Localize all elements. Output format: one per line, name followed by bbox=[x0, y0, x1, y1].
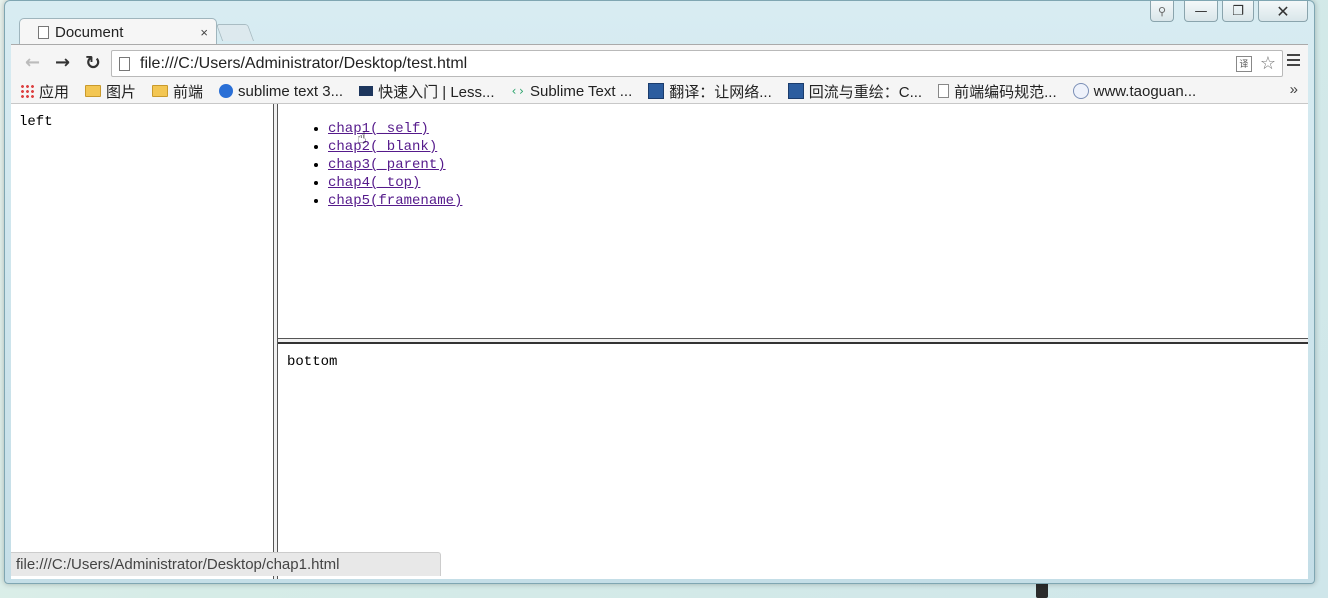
page-content: left chap1(_self) chap2(_blank) chap3(_p… bbox=[11, 104, 1308, 579]
status-bar: file:///C:/Users/Administrator/Desktop/c… bbox=[11, 552, 441, 576]
document-icon bbox=[38, 25, 49, 39]
minimize-button[interactable]: — bbox=[1184, 1, 1218, 22]
bookmark-sublime-text[interactable]: ‹› Sublime Text ... bbox=[511, 83, 633, 100]
bookmark-apps[interactable]: 应用 bbox=[20, 81, 69, 102]
maximize-button[interactable]: ❐ bbox=[1222, 1, 1254, 22]
bookmarks-bar: 应用 图片 前端 sublime text 3... 快速入门 | Less..… bbox=[11, 79, 1308, 104]
hand-cursor-icon: ☝ bbox=[357, 128, 367, 147]
translate-icon[interactable]: 译 bbox=[1235, 55, 1252, 72]
list-item: chap5(framename) bbox=[328, 192, 1308, 210]
close-window-button[interactable]: ✕ bbox=[1258, 1, 1308, 22]
toolbar: ← → ↻ file:///C:/Users/Administrator/Des… bbox=[11, 44, 1308, 80]
bookmark-label: www.taoguan... bbox=[1093, 82, 1197, 100]
reload-button[interactable]: ↻ bbox=[85, 52, 101, 74]
bookmark-label: 快速入门 | Less... bbox=[378, 83, 495, 101]
code-icon: ‹› bbox=[510, 84, 525, 98]
bookmark-reflow[interactable]: 回流与重绘：C... bbox=[787, 81, 923, 102]
bookmark-label: Sublime Text ... bbox=[529, 82, 633, 100]
back-button[interactable]: ← bbox=[25, 52, 40, 73]
frame-bottom: bottom bbox=[278, 344, 1308, 579]
link-chap4[interactable]: chap4(_top) bbox=[328, 175, 420, 191]
more-bookmarks-chevron-icon[interactable]: » bbox=[1290, 81, 1298, 98]
bookmark-label: 图片 bbox=[106, 83, 137, 101]
list-item: chap1(_self) bbox=[328, 120, 1308, 138]
less-icon bbox=[359, 86, 374, 96]
window-controls: ⚲ — ❐ ✕ bbox=[1150, 1, 1308, 22]
bookmark-less[interactable]: 快速入门 | Less... bbox=[359, 81, 495, 102]
menu-icon[interactable] bbox=[1287, 54, 1300, 69]
tab-title: Document bbox=[55, 23, 124, 41]
site-icon bbox=[787, 83, 804, 99]
new-tab-button[interactable] bbox=[215, 24, 255, 41]
apps-grid-icon bbox=[20, 84, 34, 98]
bookmark-taoguan[interactable]: www.taoguan... bbox=[1072, 82, 1197, 100]
link-chap2[interactable]: chap2(_blank) bbox=[328, 139, 437, 155]
bookmark-star-icon[interactable]: ☆ bbox=[1260, 53, 1276, 74]
bookmark-label: 回流与重绘：C... bbox=[808, 83, 923, 101]
link-chap3[interactable]: chap3(_parent) bbox=[328, 157, 446, 173]
frame-top: chap1(_self) chap2(_blank) chap3(_parent… bbox=[278, 104, 1308, 338]
bookmark-label: 前端编码规范... bbox=[954, 83, 1057, 101]
list-item: chap3(_parent) bbox=[328, 156, 1308, 174]
globe-icon bbox=[1072, 83, 1089, 99]
bottom-frame-text: bottom bbox=[287, 354, 338, 370]
frame-left: left bbox=[11, 104, 273, 579]
list-item: chap2(_blank) bbox=[328, 138, 1308, 156]
page-icon bbox=[119, 56, 130, 71]
bookmark-folder-images[interactable]: 图片 bbox=[85, 81, 136, 102]
address-bar[interactable]: file:///C:/Users/Administrator/Desktop/t… bbox=[111, 50, 1283, 77]
bookmark-sublime-text-3[interactable]: sublime text 3... bbox=[219, 83, 343, 100]
browser-window: ⚲ — ❐ ✕ Document × ← → ↻ file:///C:/User… bbox=[4, 0, 1315, 584]
link-chap1[interactable]: chap1(_self) bbox=[328, 121, 429, 137]
bookmark-translate[interactable]: 翻译：让网络... bbox=[648, 81, 772, 102]
bookmark-label: 前端 bbox=[173, 83, 204, 101]
forward-button[interactable]: → bbox=[55, 52, 70, 73]
folder-icon bbox=[85, 85, 102, 97]
site-icon bbox=[648, 83, 665, 99]
bookmark-label: 应用 bbox=[39, 83, 70, 101]
folder-icon bbox=[152, 85, 169, 97]
close-tab-icon[interactable]: × bbox=[200, 25, 208, 40]
bookmark-coding-standard[interactable]: 前端编码规范... bbox=[938, 81, 1057, 102]
bookmark-label: 翻译：让网络... bbox=[669, 83, 772, 101]
left-frame-text: left bbox=[19, 114, 53, 130]
tab-document[interactable]: Document × bbox=[19, 18, 217, 45]
site-icon bbox=[219, 84, 234, 98]
link-chap5[interactable]: chap5(framename) bbox=[328, 193, 462, 209]
list-item: chap4(_top) bbox=[328, 174, 1308, 192]
profile-button[interactable]: ⚲ bbox=[1150, 1, 1174, 22]
bookmark-folder-frontend[interactable]: 前端 bbox=[152, 81, 203, 102]
page-icon bbox=[938, 84, 950, 98]
chapter-link-list: chap1(_self) chap2(_blank) chap3(_parent… bbox=[278, 104, 1308, 210]
address-url[interactable]: file:///C:/Users/Administrator/Desktop/t… bbox=[140, 55, 1236, 73]
bookmark-label: sublime text 3... bbox=[238, 82, 344, 100]
